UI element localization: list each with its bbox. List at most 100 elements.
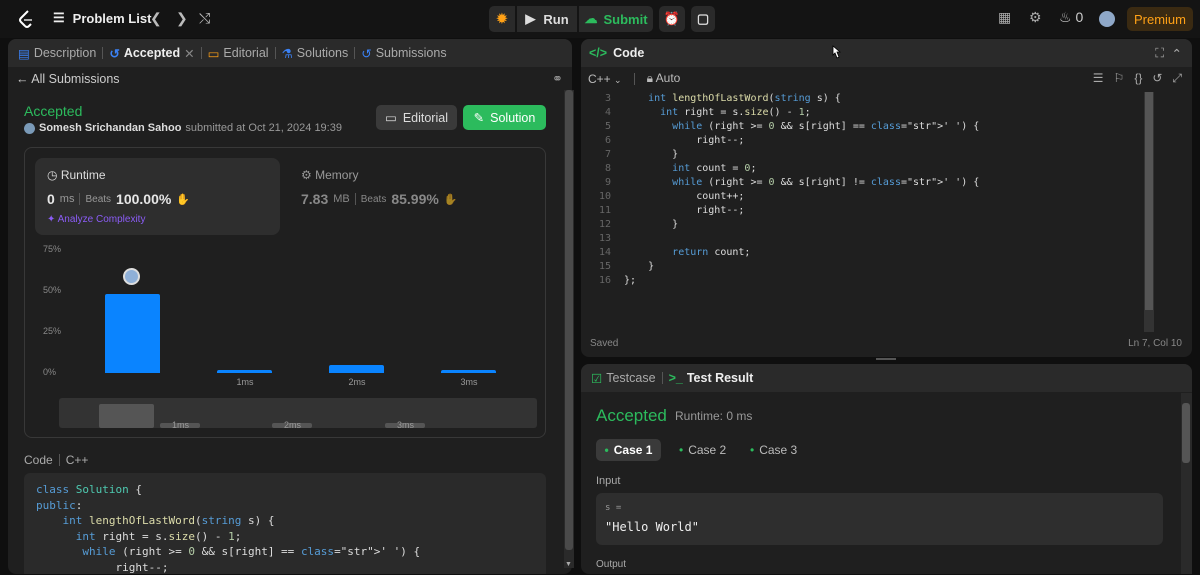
avatar[interactable]: [1099, 11, 1115, 27]
code-editor[interactable]: 3 int lengthOfLastWord(string s) {4 int …: [581, 92, 1192, 357]
scroll-thumb[interactable]: [1182, 403, 1190, 463]
prev-problem-icon[interactable]: ❮: [150, 10, 162, 27]
submitter-name[interactable]: Somesh Srichandan Sahoo: [39, 122, 181, 134]
code-line: int lengthOfLastWord(string s) {: [36, 513, 534, 529]
next-problem-icon[interactable]: ❯: [176, 10, 188, 27]
line-number: 11: [581, 204, 611, 218]
runtime-box[interactable]: ◷ Runtime 0msBeats100.00%✋ ✦ Analyze Com…: [35, 158, 280, 235]
code-line[interactable]: return count;: [624, 246, 750, 260]
code-line: int right = s.size() - 1;: [36, 529, 534, 545]
solution-label: Solution: [490, 111, 535, 125]
divider: [354, 47, 355, 59]
code-line[interactable]: }: [624, 148, 678, 162]
chart-minimap[interactable]: 1ms2ms3ms: [59, 398, 537, 428]
editorial-button[interactable]: ▭Editorial: [376, 105, 457, 130]
chart-bar[interactable]: [329, 365, 384, 373]
divider: [662, 372, 663, 384]
code-line[interactable]: while (right >= 0 && s[right] == class="…: [624, 120, 979, 134]
tab-accepted-label: Accepted: [124, 46, 180, 60]
description-icon: ▤: [18, 46, 30, 61]
editor-scrollbar[interactable]: [1144, 92, 1154, 332]
code-line[interactable]: };: [624, 274, 636, 288]
format-icon[interactable]: ☰: [1093, 71, 1104, 86]
tab-testcase[interactable]: ☑Testcase: [591, 371, 656, 386]
arrow-left-icon: ←: [16, 72, 29, 86]
solution-button[interactable]: ✎Solution: [463, 105, 546, 130]
all-submissions-link[interactable]: ← All Submissions: [16, 72, 120, 86]
close-icon[interactable]: ✕: [184, 46, 194, 61]
code-line[interactable]: int lengthOfLastWord(string s) {: [624, 92, 841, 106]
language-select[interactable]: C++ ⌄: [588, 72, 622, 86]
divider: [275, 47, 276, 59]
test-tabs: ☑Testcase >_Test Result: [581, 364, 1192, 392]
output-label: Output: [596, 559, 626, 570]
resize-handle[interactable]: [876, 358, 896, 360]
avatar: [24, 123, 35, 134]
alarm-icon[interactable]: ⏰: [659, 6, 685, 32]
code-label: Code: [24, 453, 53, 467]
case-3-tab[interactable]: •Case 3: [750, 439, 797, 461]
saved-status: Saved: [590, 338, 618, 349]
minimap-label: 1ms: [172, 420, 189, 430]
auto-mode[interactable]: 🔒︎ Auto: [647, 71, 681, 86]
memory-beats: 85.99%: [391, 191, 438, 207]
code-line[interactable]: while (right >= 0 && s[right] != class="…: [624, 176, 979, 190]
fullscreen-icon[interactable]: ⛶: [1155, 46, 1164, 61]
code-line[interactable]: right--;: [624, 204, 744, 218]
tab-test-result[interactable]: >_Test Result: [669, 371, 754, 385]
y-tick-label: 50%: [43, 285, 61, 295]
tab-accepted[interactable]: ↺Accepted✕: [109, 46, 194, 61]
flask-icon: ⚗: [282, 46, 293, 61]
submit-button[interactable]: ☁Submit: [579, 6, 653, 32]
runtime-value: 0: [47, 191, 55, 207]
braces-icon[interactable]: {}: [1134, 71, 1142, 86]
minimap-window[interactable]: [99, 404, 154, 428]
code-line[interactable]: right--;: [624, 134, 744, 148]
test-scrollbar[interactable]: [1181, 393, 1192, 574]
shuffle-icon[interactable]: ⤭: [199, 10, 210, 27]
tab-editorial[interactable]: ▭Editorial: [208, 46, 269, 61]
chart-bar[interactable]: [217, 370, 272, 373]
streak-counter[interactable]: ♨ 0: [1059, 9, 1083, 26]
scroll-thumb[interactable]: [565, 90, 573, 550]
chevron-down-icon: ⌄: [614, 75, 622, 85]
runtime-header: ◷ Runtime: [47, 168, 106, 182]
gear-icon[interactable]: ⚙: [1029, 9, 1042, 26]
editor-actions: ☰ ⚐ {} ↺ ⤢: [1093, 71, 1182, 86]
chart-bar[interactable]: [105, 294, 160, 373]
layout-icon[interactable]: ▦: [998, 9, 1011, 26]
premium-button[interactable]: Premium: [1127, 7, 1193, 31]
expand-icon[interactable]: ⤢: [1172, 71, 1182, 86]
clap-icon: ✋: [176, 193, 190, 206]
line-number: 13: [581, 232, 611, 246]
code-line[interactable]: int right = s.size() - 1;: [624, 106, 811, 120]
left-scrollbar[interactable]: ▼: [564, 90, 574, 568]
tab-description[interactable]: ▤Description: [18, 46, 96, 61]
code-line[interactable]: int count = 0;: [624, 162, 756, 176]
check-dot-icon: •: [605, 443, 609, 457]
chart-bar[interactable]: [441, 370, 496, 373]
case-2-tab[interactable]: •Case 2: [679, 439, 726, 461]
problem-list-button[interactable]: ☰ Problem List: [53, 10, 151, 26]
bookmark-icon[interactable]: ⚐: [1114, 71, 1125, 86]
tab-solutions[interactable]: ⚗Solutions: [282, 46, 349, 61]
case-1-tab[interactable]: •Case 1: [596, 439, 661, 461]
run-button[interactable]: ▶Run: [517, 6, 577, 32]
leetcode-logo-icon[interactable]: [16, 9, 36, 29]
code-line[interactable]: }: [624, 218, 678, 232]
link-icon[interactable]: ⚭: [552, 71, 563, 87]
reset-icon[interactable]: ↺: [1152, 71, 1162, 86]
scroll-thumb[interactable]: [1145, 92, 1153, 310]
test-status: Accepted: [596, 406, 667, 426]
note-icon[interactable]: ▢: [691, 6, 715, 32]
debug-icon[interactable]: ✹: [489, 6, 515, 32]
code-line[interactable]: count++;: [624, 190, 744, 204]
problem-list-label: Problem List: [73, 11, 152, 26]
play-icon: ▶: [525, 11, 535, 27]
analyze-complexity-link[interactable]: ✦ Analyze Complexity: [47, 214, 145, 225]
collapse-icon[interactable]: ⌃: [1172, 46, 1182, 61]
memory-header[interactable]: ⚙ Memory: [301, 168, 358, 182]
scroll-down-icon[interactable]: ▼: [565, 561, 572, 568]
tab-submissions[interactable]: ↺Submissions: [361, 46, 446, 61]
code-line[interactable]: }: [624, 260, 654, 274]
